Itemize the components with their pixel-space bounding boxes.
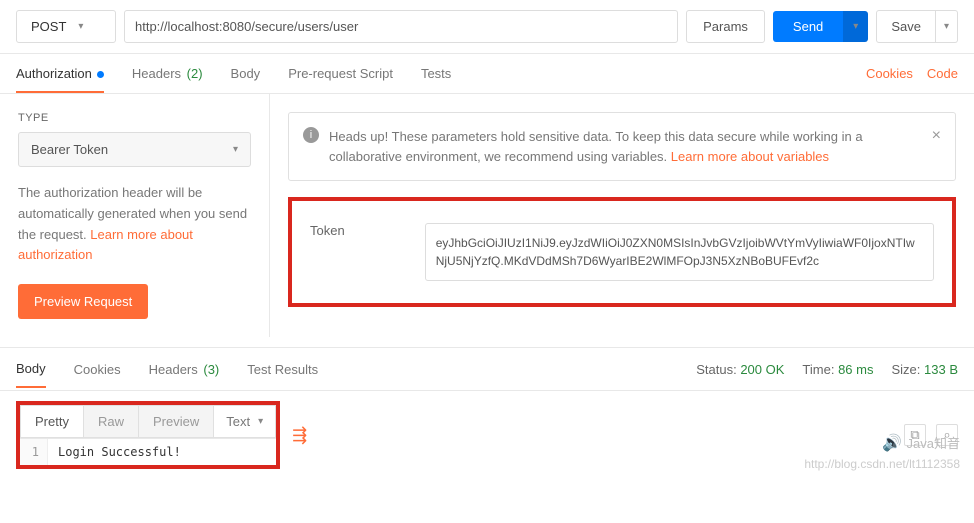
resp-tab-headers[interactable]: Headers (3) <box>149 352 220 387</box>
banner-text: Heads up! These parameters hold sensitiv… <box>329 127 922 166</box>
response-highlight: Pretty Raw Preview Text ▾ 1 Login Succes… <box>16 401 280 469</box>
sensitive-data-banner: i Heads up! These parameters hold sensit… <box>288 112 956 181</box>
copy-icon[interactable]: ⧉ <box>904 424 926 446</box>
token-section: Token eyJhbGciOiJIUzI1NiJ9.eyJzdWIiOiJ0Z… <box>288 197 956 307</box>
auth-type-value: Bearer Token <box>31 142 108 157</box>
send-button[interactable]: Send <box>773 11 843 42</box>
format-select[interactable]: Text ▾ <box>214 405 276 438</box>
token-input[interactable]: eyJhbGciOiJIUzI1NiJ9.eyJzdWIiOiJ0ZXN0MSI… <box>425 223 934 281</box>
http-method-select[interactable]: POST ▾ <box>16 10 116 43</box>
chevron-down-icon: ▾ <box>233 144 238 155</box>
view-raw[interactable]: Raw <box>84 405 139 438</box>
tab-authorization[interactable]: Authorization <box>16 56 104 93</box>
chevron-down-icon: ▾ <box>944 21 949 32</box>
view-preview[interactable]: Preview <box>139 405 214 438</box>
size-meta: Size: 133 B <box>891 362 958 377</box>
chevron-down-icon: ▾ <box>258 416 263 427</box>
tab-body[interactable]: Body <box>231 56 261 91</box>
info-icon: i <box>303 127 319 143</box>
resp-tab-body[interactable]: Body <box>16 351 46 388</box>
chevron-down-icon: ▾ <box>853 21 858 32</box>
auth-description: The authorization header will be automat… <box>18 183 251 266</box>
send-button-group: Send ▾ <box>773 11 868 42</box>
time-meta: Time: 86 ms <box>802 362 873 377</box>
save-dropdown[interactable]: ▾ <box>936 10 958 43</box>
code-link[interactable]: Code <box>927 66 958 81</box>
search-icon[interactable]: ⌕ <box>936 424 958 446</box>
resp-tab-tests[interactable]: Test Results <box>247 352 318 387</box>
view-pretty[interactable]: Pretty <box>20 405 84 438</box>
auth-type-select[interactable]: Bearer Token ▾ <box>18 132 251 167</box>
close-icon[interactable]: × <box>932 127 941 145</box>
active-dot-icon <box>97 71 104 78</box>
preview-request-button[interactable]: Preview Request <box>18 284 148 319</box>
token-label: Token <box>310 223 345 238</box>
tab-prerequest[interactable]: Pre-request Script <box>288 56 393 91</box>
params-button[interactable]: Params <box>686 10 765 43</box>
save-button[interactable]: Save <box>876 10 936 43</box>
send-dropdown[interactable]: ▾ <box>843 11 868 42</box>
save-button-group: Save ▾ <box>876 10 958 43</box>
line-number: 1 <box>20 439 48 465</box>
response-content: Login Successful! <box>48 439 276 465</box>
cookies-link[interactable]: Cookies <box>866 66 913 81</box>
http-method-value: POST <box>31 19 66 34</box>
url-input[interactable]: http://localhost:8080/secure/users/user <box>124 10 678 43</box>
tab-headers[interactable]: Headers (2) <box>132 56 203 91</box>
status-meta: Status: 200 OK <box>696 362 784 377</box>
chevron-down-icon: ▾ <box>78 21 83 32</box>
tab-tests[interactable]: Tests <box>421 56 451 91</box>
wrap-lines-icon[interactable]: ⇶ <box>292 425 307 446</box>
learn-variables-link[interactable]: Learn more about variables <box>671 149 829 164</box>
resp-tab-cookies[interactable]: Cookies <box>74 352 121 387</box>
type-label: TYPE <box>18 112 251 124</box>
